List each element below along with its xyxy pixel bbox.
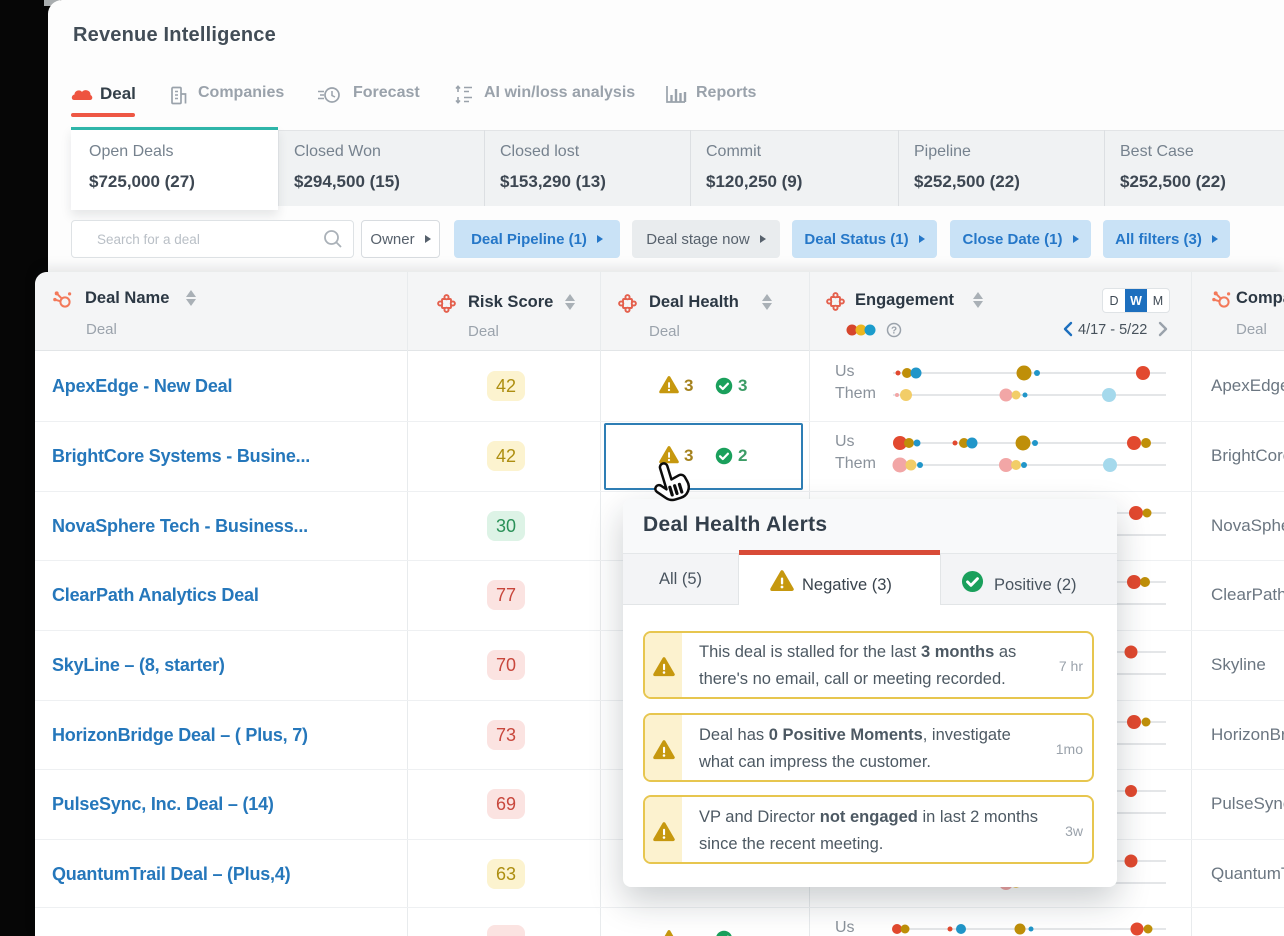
svg-text:?: ? — [891, 326, 897, 337]
